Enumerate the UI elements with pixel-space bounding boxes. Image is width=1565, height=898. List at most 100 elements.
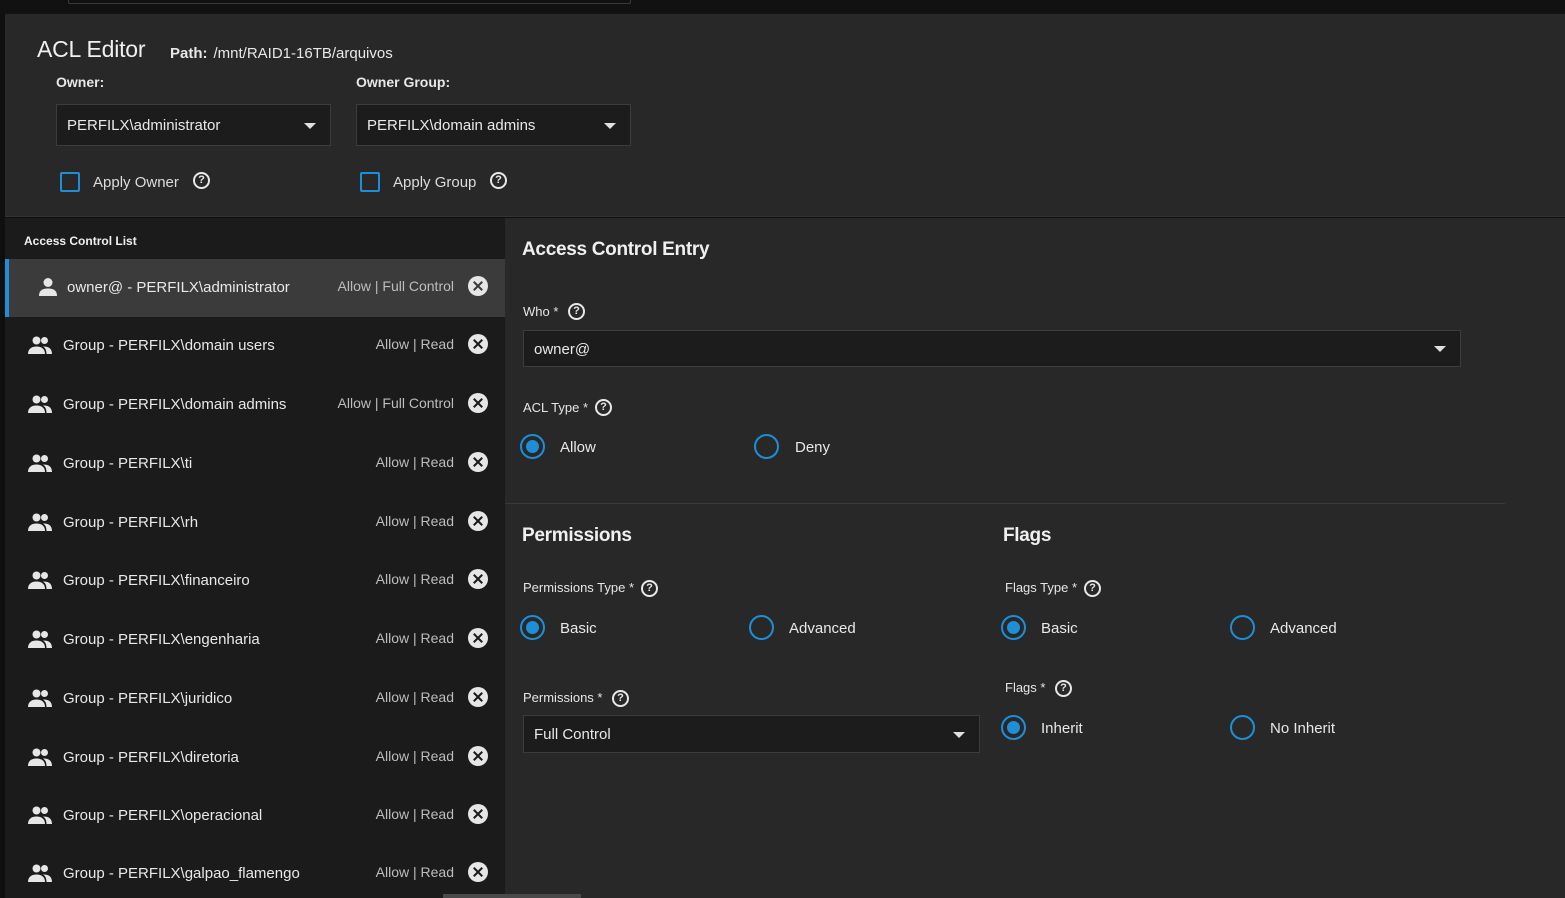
acl-item-permission: Allow | Full Control	[337, 278, 454, 294]
group-icon	[28, 688, 52, 708]
who-select[interactable]: owner@	[523, 330, 1461, 367]
remove-entry-icon[interactable]	[468, 687, 488, 707]
acl-item-name: Group - PERFILX\juridico	[63, 690, 233, 707]
flags-type-advanced-label: Advanced	[1270, 620, 1337, 637]
acl-item-name: Group - PERFILX\domain users	[63, 337, 275, 354]
permissions-type-basic-label: Basic	[560, 620, 597, 637]
apply-group-label: Apply Group	[393, 174, 477, 191]
owner-label: Owner:	[56, 74, 105, 90]
group-icon	[28, 453, 52, 473]
chevron-down-icon	[953, 732, 965, 738]
group-icon	[28, 805, 52, 825]
flags-type-basic-radio[interactable]	[1001, 615, 1026, 640]
acl-item-permission: Allow | Full Control	[337, 395, 454, 411]
remove-entry-icon[interactable]	[468, 804, 488, 824]
permissions-type-advanced-radio[interactable]	[749, 615, 774, 640]
owner-group-select[interactable]: PERFILX\domain admins	[356, 104, 631, 146]
flags-type-basic-label: Basic	[1041, 620, 1078, 637]
acl-item-name: Group - PERFILX\engenharia	[63, 631, 260, 648]
remove-entry-icon[interactable]	[468, 746, 488, 766]
access-control-list-panel: Access Control List owner@ - PERFILX\adm…	[5, 218, 505, 898]
acl-item-permission: Allow | Read	[375, 571, 454, 587]
acl-item-name: Group - PERFILX\operacional	[63, 807, 263, 824]
apply-group-checkbox[interactable]	[360, 172, 380, 192]
acl-item-name: owner@ - PERFILX\administrator	[67, 279, 290, 296]
acl-item-permission: Allow | Read	[375, 454, 454, 470]
acl-list-item[interactable]: Group - PERFILX\diretoria Allow | Read	[5, 729, 505, 787]
remove-entry-icon[interactable]	[468, 276, 488, 296]
help-icon[interactable]: ?	[1055, 680, 1072, 697]
remove-entry-icon[interactable]	[468, 862, 488, 882]
group-icon	[28, 570, 52, 590]
top-search-input[interactable]	[68, 0, 631, 4]
permissions-select[interactable]: Full Control	[523, 715, 980, 753]
acl-list-item[interactable]: Group - PERFILX\domain admins Allow | Ful…	[5, 376, 505, 434]
acl-item-name: Group - PERFILX\diretoria	[63, 749, 239, 766]
acl-list-item[interactable]: Group - PERFILX\financeiro Allow | Read	[5, 552, 505, 610]
access-control-list-title: Access Control List	[24, 234, 137, 248]
owner-group-label: Owner Group:	[356, 74, 451, 90]
flags-inherit-radio[interactable]	[1001, 715, 1026, 740]
acl-list-item[interactable]: Group - PERFILX\rh Allow | Read	[5, 494, 505, 552]
help-icon[interactable]: ?	[612, 690, 629, 707]
acl-list-item[interactable]: Group - PERFILX\ti Allow | Read	[5, 435, 505, 493]
help-icon[interactable]: ?	[193, 172, 210, 189]
acl-type-deny-label: Deny	[795, 439, 831, 456]
help-icon[interactable]: ?	[1084, 580, 1101, 597]
acl-item-permission: Allow | Read	[375, 513, 454, 529]
horizontal-scrollbar[interactable]	[443, 894, 581, 898]
permissions-title: Permissions	[522, 525, 632, 546]
path-display: Path: /mnt/RAID1-16TB/arquivos	[170, 45, 393, 62]
acl-item-permission: Allow | Read	[375, 630, 454, 646]
acl-type-allow-radio[interactable]	[520, 434, 545, 459]
apply-owner-label: Apply Owner	[93, 174, 179, 191]
group-icon	[28, 394, 52, 414]
acl-item-name: Group - PERFILX\domain admins	[63, 396, 287, 413]
acl-item-permission: Allow | Read	[375, 336, 454, 352]
permissions-type-basic-radio[interactable]	[520, 615, 545, 640]
who-label: Who *	[523, 304, 559, 319]
flags-type-advanced-radio[interactable]	[1230, 615, 1255, 640]
group-icon	[28, 335, 52, 355]
person-icon	[36, 277, 60, 297]
remove-entry-icon[interactable]	[468, 511, 488, 531]
apply-owner-checkbox[interactable]	[60, 172, 80, 192]
ace-title: Access Control Entry	[522, 239, 710, 260]
chevron-down-icon	[604, 123, 616, 129]
group-icon	[28, 512, 52, 532]
acl-list-item[interactable]: Group - PERFILX\domain users Allow | Read	[5, 317, 505, 375]
acl-editor-header: ACL Editor Path: /mnt/RAID1-16TB/arquivos…	[5, 14, 1565, 217]
remove-entry-icon[interactable]	[468, 334, 488, 354]
permissions-select-value: Full Control	[534, 726, 611, 743]
access-control-entry-panel: Access Control Entry Who * ? owner@ ACL …	[505, 218, 1565, 898]
remove-entry-icon[interactable]	[468, 393, 488, 413]
flags-no-inherit-label: No Inherit	[1270, 720, 1336, 737]
chevron-down-icon	[1434, 346, 1446, 352]
flags-inherit-label: Inherit	[1041, 720, 1083, 737]
help-icon[interactable]: ?	[641, 580, 658, 597]
acl-list-item[interactable]: owner@ - PERFILX\administrator Allow | Fu…	[5, 259, 505, 317]
help-icon[interactable]: ?	[568, 303, 585, 320]
remove-entry-icon[interactable]	[468, 628, 488, 648]
acl-list-item[interactable]: Group - PERFILX\juridico Allow | Read	[5, 670, 505, 728]
chevron-down-icon	[304, 123, 316, 129]
remove-entry-icon[interactable]	[468, 452, 488, 472]
acl-type-label: ACL Type *	[523, 400, 589, 415]
flags-no-inherit-radio[interactable]	[1230, 715, 1255, 740]
remove-entry-icon[interactable]	[468, 569, 488, 589]
acl-item-name: Group - PERFILX\ti	[63, 455, 193, 472]
owner-group-select-value: PERFILX\domain admins	[367, 117, 536, 134]
owner-select[interactable]: PERFILX\administrator	[56, 104, 331, 146]
help-icon[interactable]: ?	[490, 172, 507, 189]
path-value: /mnt/RAID1-16TB/arquivos	[213, 45, 393, 62]
acl-item-permission: Allow | Read	[375, 864, 454, 880]
flags-label: Flags *	[1005, 680, 1046, 695]
permissions-type-label: Permissions Type *	[523, 580, 635, 595]
acl-type-deny-radio[interactable]	[754, 434, 779, 459]
help-icon[interactable]: ?	[595, 399, 612, 416]
acl-list-item[interactable]: Group - PERFILX\engenharia Allow | Read	[5, 611, 505, 669]
group-icon	[28, 629, 52, 649]
acl-list-item[interactable]: Group - PERFILX\operacional Allow | Read	[5, 787, 505, 845]
acl-item-permission: Allow | Read	[375, 689, 454, 705]
acl-list-item[interactable]: Group - PERFILX\galpao_flamengo Allow | R…	[5, 845, 505, 898]
